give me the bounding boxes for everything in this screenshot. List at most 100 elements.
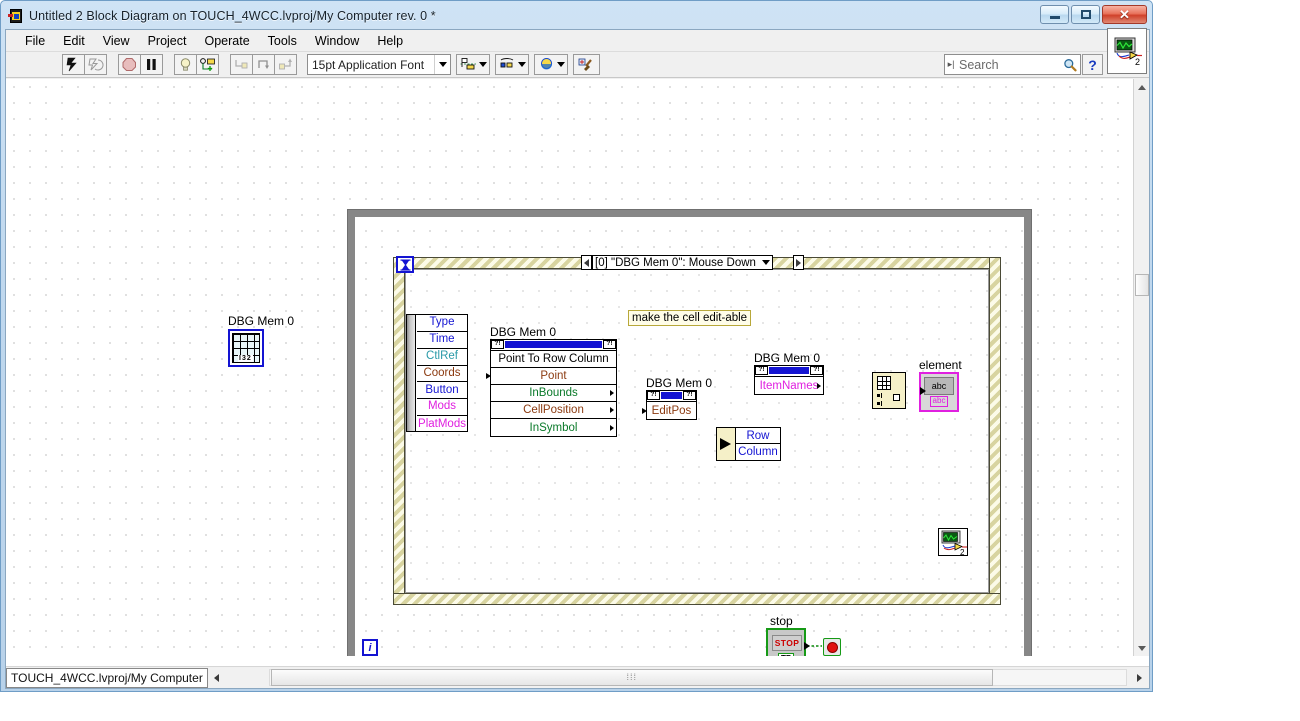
close-button[interactable]: ✕: [1102, 5, 1147, 24]
client-area: File Edit View Project Operate Tools Win…: [5, 28, 1150, 689]
point-to-row-column-invoke-node[interactable]: ?! ?! Point To Row Column Point InBounds: [486, 339, 617, 437]
context-help-button[interactable]: ?: [1082, 54, 1103, 75]
loop-iteration-terminal[interactable]: i: [362, 639, 378, 656]
search-input[interactable]: ▸| Search: [944, 54, 1081, 75]
run-continuously-icon: [88, 58, 104, 71]
vi-connector-pane-icon: 2: [1114, 37, 1142, 66]
pause-button[interactable]: [140, 54, 163, 75]
event-case-prev-button[interactable]: [581, 255, 592, 270]
menu-window[interactable]: Window: [306, 32, 368, 50]
event-data-node[interactable]: Type Time CtlRef Coords Button Mods Plat…: [406, 314, 468, 432]
stop-control-label: stop: [770, 614, 793, 628]
highlight-execution-button[interactable]: [174, 54, 197, 75]
unbundle-row-column[interactable]: Column: [736, 444, 780, 460]
menu-view[interactable]: View: [94, 32, 139, 50]
event-case-next-button[interactable]: [793, 255, 804, 270]
chevron-down-icon[interactable]: [761, 260, 770, 265]
scroll-left-button[interactable]: [209, 669, 225, 687]
menu-edit[interactable]: Edit: [54, 32, 94, 50]
abort-pause-group: [118, 54, 163, 75]
maximize-button[interactable]: [1071, 5, 1100, 24]
refnum-glyph-left: ?!: [647, 391, 660, 400]
unbundle-by-name[interactable]: Row Column: [716, 427, 781, 461]
node-refnum-bar: ?! ?!: [647, 391, 696, 402]
menu-help[interactable]: Help: [368, 32, 412, 50]
index-input-1[interactable]: [877, 401, 884, 406]
scroll-up-button[interactable]: [1134, 79, 1149, 95]
invoke-method-name[interactable]: Point To Row Column: [491, 351, 616, 368]
retain-wire-values-button[interactable]: [196, 54, 219, 75]
step-out-button[interactable]: [274, 54, 297, 75]
element-string-indicator[interactable]: abc abc: [919, 372, 959, 412]
abort-execution-icon: [122, 58, 136, 71]
vertical-scroll-thumb[interactable]: [1135, 274, 1149, 296]
labview-block-diagram-icon: [8, 8, 24, 24]
minimize-button[interactable]: [1040, 5, 1069, 24]
string-display-box: abc: [924, 377, 954, 396]
event-data-row-mods[interactable]: Mods: [417, 399, 467, 417]
reorder-button[interactable]: [534, 54, 568, 75]
hourglass-icon[interactable]: [396, 256, 414, 273]
index-input-0[interactable]: [877, 393, 884, 398]
dbg-mem-0-array-terminal[interactable]: I32: [228, 329, 264, 367]
event-data-row-ctlref[interactable]: CtlRef: [417, 349, 467, 366]
unbundle-row-row[interactable]: Row: [736, 428, 780, 444]
distribute-objects-icon: [500, 58, 514, 68]
run-continuously-button[interactable]: [84, 54, 107, 75]
menu-file[interactable]: File: [16, 32, 54, 50]
event-data-row-coords[interactable]: Coords: [417, 366, 467, 383]
step-out-icon: [279, 58, 292, 70]
iteration-label: i: [368, 641, 372, 654]
index-array-function[interactable]: [872, 372, 906, 409]
menu-project[interactable]: Project: [139, 32, 196, 50]
scroll-right-button[interactable]: [1131, 669, 1147, 687]
unbundle-input-terminal[interactable]: [717, 428, 735, 460]
event-data-row-type[interactable]: Type: [417, 315, 467, 332]
event-data-node-handle[interactable]: [407, 315, 416, 431]
item-names-property-node[interactable]: ?! ?! ItemNames: [754, 365, 824, 395]
abort-execution-button[interactable]: [118, 54, 141, 75]
invoke-param-insymbol[interactable]: InSymbol: [491, 419, 616, 436]
property-editpos[interactable]: EditPos: [642, 402, 696, 419]
horizontal-scroll-thumb[interactable]: ⁞⁞⁞: [270, 668, 993, 686]
event-data-row-time[interactable]: Time: [417, 332, 467, 349]
event-case-selector[interactable]: [0] "DBG Mem 0": Mouse Down: [592, 255, 773, 270]
diagram-comment[interactable]: make the cell edit-able: [628, 310, 752, 326]
subvi-icon[interactable]: 2: [938, 528, 968, 557]
clean-up-diagram-button[interactable]: [573, 54, 600, 75]
vi-icon-connector-pane[interactable]: 2: [1107, 28, 1147, 74]
block-diagram-canvas[interactable]: DBG Mem 0 I32 [0] "DBG Mem 0": Mouse Dow…: [6, 79, 1133, 656]
event-case-label: [0] "DBG Mem 0": Mouse Down: [595, 256, 756, 269]
element-indicator-label: element: [919, 358, 962, 372]
magnifier-icon[interactable]: [1060, 58, 1080, 72]
loop-conditional-terminal[interactable]: [823, 638, 841, 656]
svg-text:2: 2: [1135, 57, 1140, 66]
event-data-row-platmods[interactable]: PlatMods: [417, 416, 467, 433]
step-into-button[interactable]: [230, 54, 253, 75]
menu-operate[interactable]: Operate: [195, 32, 258, 50]
chevron-down-icon[interactable]: [434, 55, 450, 74]
horizontal-scrollbar[interactable]: ⁞⁞⁞: [208, 667, 1149, 688]
invoke-param-inbounds[interactable]: InBounds: [491, 385, 616, 402]
highlight-execution-lightbulb-icon: [180, 58, 191, 71]
align-objects-button[interactable]: [456, 54, 490, 75]
distribute-objects-button[interactable]: [495, 54, 529, 75]
tool-bar: 15pt Application Font ▸| Search ? 2: [6, 28, 1149, 78]
index-array-output[interactable]: [893, 394, 900, 401]
run-button[interactable]: [62, 54, 85, 75]
property-itemnames[interactable]: ItemNames: [755, 377, 823, 394]
stop-boolean-control[interactable]: STOP TF: [766, 628, 810, 656]
node-refnum-bar: ?! ?!: [491, 340, 616, 351]
dbg-mem-0-terminal-label: DBG Mem 0: [228, 314, 295, 328]
vertical-scrollbar[interactable]: [1133, 79, 1149, 656]
invoke-param-cellposition[interactable]: CellPosition: [491, 402, 616, 419]
scroll-down-button[interactable]: [1134, 640, 1149, 656]
event-data-row-button[interactable]: Button: [417, 382, 467, 400]
labview-block-diagram-window: Untitled 2 Block Diagram on TOUCH_4WCC.l…: [0, 0, 1153, 692]
invoke-param-point[interactable]: Point: [486, 368, 616, 385]
menu-tools[interactable]: Tools: [259, 32, 306, 50]
font-selector[interactable]: 15pt Application Font: [307, 54, 451, 75]
stop-button-face[interactable]: STOP: [772, 635, 802, 651]
edit-pos-property-node[interactable]: ?! ?! EditPos: [642, 390, 697, 420]
step-over-button[interactable]: [252, 54, 275, 75]
